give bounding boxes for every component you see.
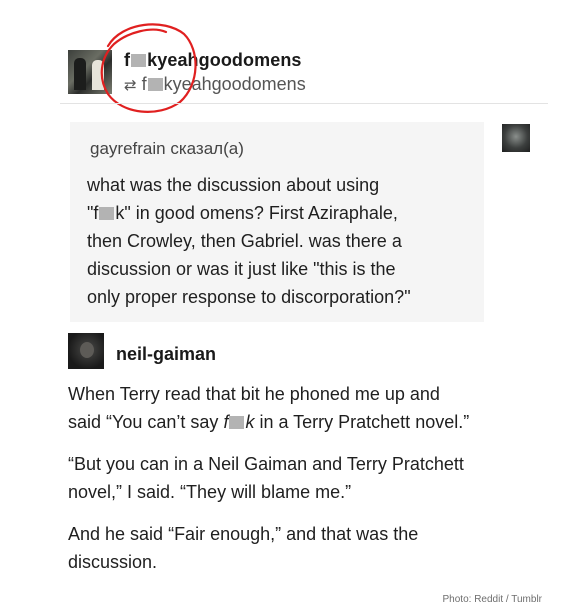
blog-avatar[interactable] [68,50,112,94]
answer-text-line: novel,” I said. “They will blame me.” [68,482,352,502]
censor-block [131,54,147,67]
answer-text-line: And he said “Fair enough,” and that was … [68,524,419,544]
censor-block [99,207,115,220]
question-fragment: "f [87,203,99,223]
answerer-username[interactable]: neil-gaiman [116,344,216,365]
asker-name[interactable]: gayrefrain [90,139,166,158]
username-prefix: f [124,50,131,70]
question-text-line: "f k" in good omens? First Aziraphale, [87,203,398,224]
asker-said: сказал(а) [170,139,244,158]
question-text-line: then Crowley, then Gabriel. was there a [87,231,402,251]
question-text-line: what was the discussion about using [87,175,380,195]
blog-username[interactable]: f kyeahgoodomens [124,50,302,71]
answer-fragment-italic: f [223,412,229,432]
question-fragment: k" in good omens? First Aziraphale, [115,203,398,223]
asker-avatar[interactable] [502,124,530,152]
answerer-avatar[interactable] [68,333,104,369]
answer-text-line: said “You can’t say fk in a Terry Pratch… [68,412,469,433]
censor-block [147,78,163,91]
question-text-line: discussion or was it just like "this is … [87,259,396,279]
avatar-figure-light [92,60,104,90]
answer-text-line: “But you can in a Neil Gaiman and Terry … [68,454,464,474]
answer-text-line: discussion. [68,552,158,572]
avatar-figure-dark [74,58,86,90]
answer-fragment: said “You can’t say [68,412,224,432]
censor-block [229,416,245,429]
avatar-face [80,342,94,358]
reblog-suffix: kyeahgoodomens [163,74,306,94]
post-divider [60,103,548,104]
username-suffix: kyeahgoodomens [147,50,302,70]
reblog-prefix: f [141,74,147,94]
reblog-icon: ⇄ [124,77,137,94]
photo-credit: Photo: Reddit / Tumblr [442,594,543,605]
asker-line: gayrefrain сказал(а) [90,139,244,159]
reblogged-from[interactable]: ⇄ f kyeahgoodomens [124,74,306,95]
question-text-line: only proper response to discorporation?" [87,287,411,307]
answer-text-line: When Terry read that bit he phoned me up… [68,384,440,404]
answer-fragment: in a Terry Pratchett novel.” [254,412,470,432]
